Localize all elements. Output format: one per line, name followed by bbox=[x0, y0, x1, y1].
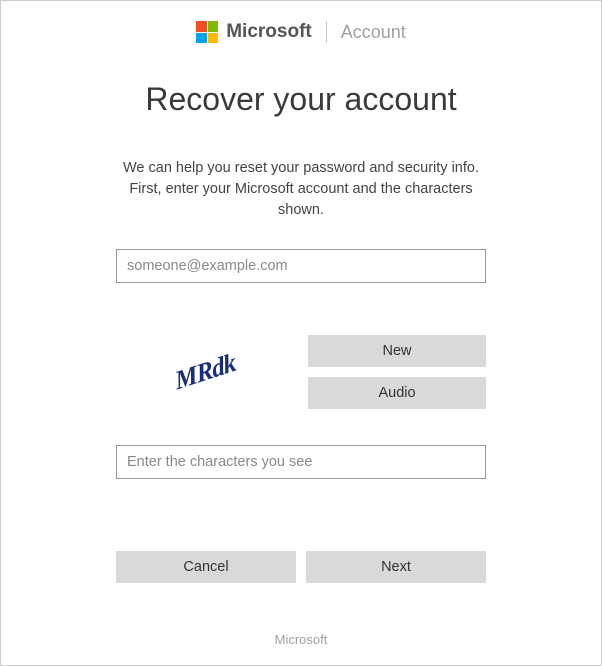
next-button[interactable]: Next bbox=[306, 551, 486, 583]
action-row: Cancel Next bbox=[116, 551, 486, 583]
captcha-image: MRdk bbox=[116, 336, 294, 408]
header-divider bbox=[326, 21, 327, 43]
page-header: Microsoft Account bbox=[1, 1, 601, 57]
captcha-new-button[interactable]: New bbox=[308, 335, 486, 367]
instructions-text: We can help you reset your password and … bbox=[116, 158, 486, 221]
microsoft-logo-icon bbox=[196, 21, 218, 43]
captcha-text: MRdk bbox=[173, 347, 238, 396]
footer-label: Microsoft bbox=[1, 632, 601, 647]
page-title: Recover your account bbox=[1, 81, 601, 118]
captcha-audio-button[interactable]: Audio bbox=[308, 377, 486, 409]
email-input[interactable] bbox=[116, 249, 486, 283]
captcha-input[interactable] bbox=[116, 445, 486, 479]
form-content: We can help you reset your password and … bbox=[116, 158, 486, 583]
captcha-row: MRdk New Audio bbox=[116, 335, 486, 409]
captcha-buttons: New Audio bbox=[308, 335, 486, 409]
brand-label: Microsoft bbox=[226, 21, 312, 43]
cancel-button[interactable]: Cancel bbox=[116, 551, 296, 583]
section-label: Account bbox=[341, 22, 406, 43]
